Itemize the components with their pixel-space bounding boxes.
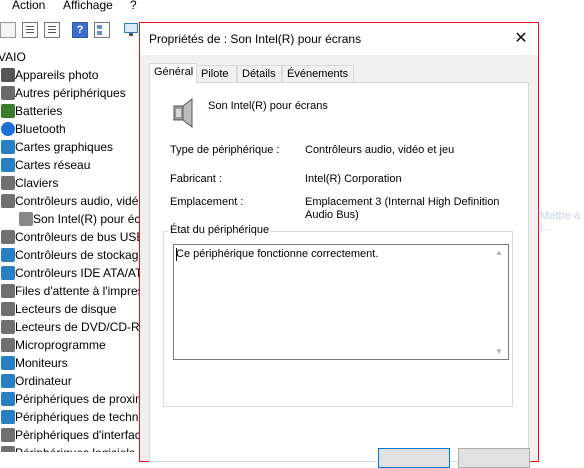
device-type-value: Contrôleurs audio, vidéo et jeu (305, 144, 455, 156)
audio-controller-icon (1, 194, 15, 208)
tree-item-label: Microprogramme (15, 338, 106, 352)
device-status-text: Ce périphérique fonctionne correctement. (176, 248, 379, 260)
dialog-title: Propriétés de : Son Intel(R) pour écrans (149, 32, 362, 46)
menu-help[interactable]: ? (130, 0, 137, 12)
menu-action[interactable]: Action (12, 0, 45, 12)
help-icon[interactable]: ? (72, 22, 88, 38)
manufacturer-label: Fabricant : (170, 173, 222, 185)
tree-item-label: Contrôleurs IDE ATA/AT (15, 266, 143, 280)
scroll-down-icon[interactable]: ▼ (495, 347, 503, 356)
scroll-up-icon[interactable]: ▲ (495, 248, 503, 257)
tree-item-label: Moniteurs (15, 356, 68, 370)
details-view-icon[interactable] (94, 22, 110, 38)
device-status-title: État du périphérique (168, 224, 272, 236)
firmware-icon (1, 338, 15, 352)
tree-item-label: Cartes graphiques (15, 140, 114, 154)
menu-bar: Action Affichage ? (0, 0, 584, 14)
tree-item-label: Contrôleurs audio, vidéo (15, 194, 146, 208)
location-value: Emplacement 3 (Internal High Definition … (305, 196, 500, 221)
network-adapter-icon (1, 158, 15, 172)
software-device-icon (1, 446, 15, 452)
general-panel: Son Intel(R) pour écrans Type de périphé… (149, 82, 529, 462)
tree-item-label: Batteries (15, 104, 63, 118)
tree-item-label: Contrôleurs de stockage (15, 248, 146, 262)
device-name: Son Intel(R) pour écrans (208, 100, 328, 112)
tree-item-label: Files d'attente à l'impres (15, 284, 144, 298)
tree-item-label: Appareils photo (15, 68, 99, 82)
tree-item-label: Lecteurs de disque (15, 302, 117, 316)
tab-evenements[interactable]: Événements (282, 65, 354, 82)
dialog-titlebar: Propriétés de : Son Intel(R) pour écrans… (140, 23, 538, 55)
tree-item-label: Périphériques de techno (15, 410, 146, 424)
tree-item-label: Son Intel(R) pour écr (33, 212, 145, 226)
tree-item-label: Contrôleurs de bus USB (15, 230, 145, 244)
hid-icon (1, 428, 15, 442)
menu-affichage[interactable]: Affichage (63, 0, 113, 12)
monitor-scan-icon[interactable] (124, 22, 140, 38)
properties-view-icon[interactable] (22, 22, 38, 38)
dvd-drive-icon (1, 320, 15, 334)
computer-icon (1, 374, 15, 388)
speaker-icon (173, 98, 193, 129)
device-status-group: État du périphérique Ce périphérique fon… (163, 224, 513, 407)
device-status-textbox[interactable]: Ce périphérique fonctionne correctement.… (173, 244, 509, 360)
forward-icon[interactable] (0, 22, 16, 38)
tree-item-label: Cartes réseau (15, 158, 91, 172)
print-queue-icon (1, 284, 15, 298)
tab-details[interactable]: Détails (237, 65, 282, 82)
speaker-icon (19, 212, 33, 226)
close-icon[interactable]: ✕ (508, 26, 534, 52)
disk-drive-icon (1, 302, 15, 316)
proximity-device-icon (1, 392, 15, 406)
monitor-icon (1, 356, 15, 370)
background-update-link: Mettre à l... (540, 210, 581, 234)
manufacturer-value: Intel(R) Corporation (305, 173, 402, 185)
tree-item-label: Lecteurs de DVD/CD-RO (15, 320, 150, 334)
cancel-button[interactable] (458, 448, 530, 468)
tab-pilote[interactable]: Pilote (196, 65, 237, 82)
display-adapter-icon (1, 140, 15, 154)
unknown-device-icon (1, 86, 15, 100)
usb-icon (1, 230, 15, 244)
tree-item-label: Périphériques de proxim (15, 392, 146, 406)
device-tree: VAIO ›Appareils photo›Autres périphériqu… (0, 48, 150, 452)
tree-item-label: Périphériques logiciels (15, 444, 135, 452)
camera-icon (1, 68, 15, 82)
tree-item-label: Bluetooth (15, 122, 66, 136)
properties-dialog: Propriétés de : Son Intel(R) pour écrans… (139, 22, 539, 468)
status-scrollbar[interactable]: ▲ ▼ (492, 245, 508, 359)
bluetooth-icon (1, 122, 15, 136)
location-label: Emplacement : (170, 196, 244, 208)
ide-controller-icon (1, 266, 15, 280)
tree-item-label: Claviers (15, 176, 59, 190)
storage-controller-icon (1, 248, 15, 262)
tree-item-label: Ordinateur (15, 374, 72, 388)
keyboard-icon (1, 176, 15, 190)
tree-item-label: Autres périphériques (15, 86, 126, 100)
list-view-icon[interactable] (44, 22, 60, 38)
tab-general[interactable]: Général (149, 63, 197, 83)
dialog-tabs: Général Pilote Détails Événements (149, 63, 529, 83)
device-type-label: Type de périphérique : (170, 144, 280, 156)
tech-device-icon (1, 410, 15, 424)
battery-icon (1, 104, 15, 118)
tree-item-label: Périphériques d'interfac (15, 428, 141, 442)
ok-button[interactable] (378, 448, 450, 468)
